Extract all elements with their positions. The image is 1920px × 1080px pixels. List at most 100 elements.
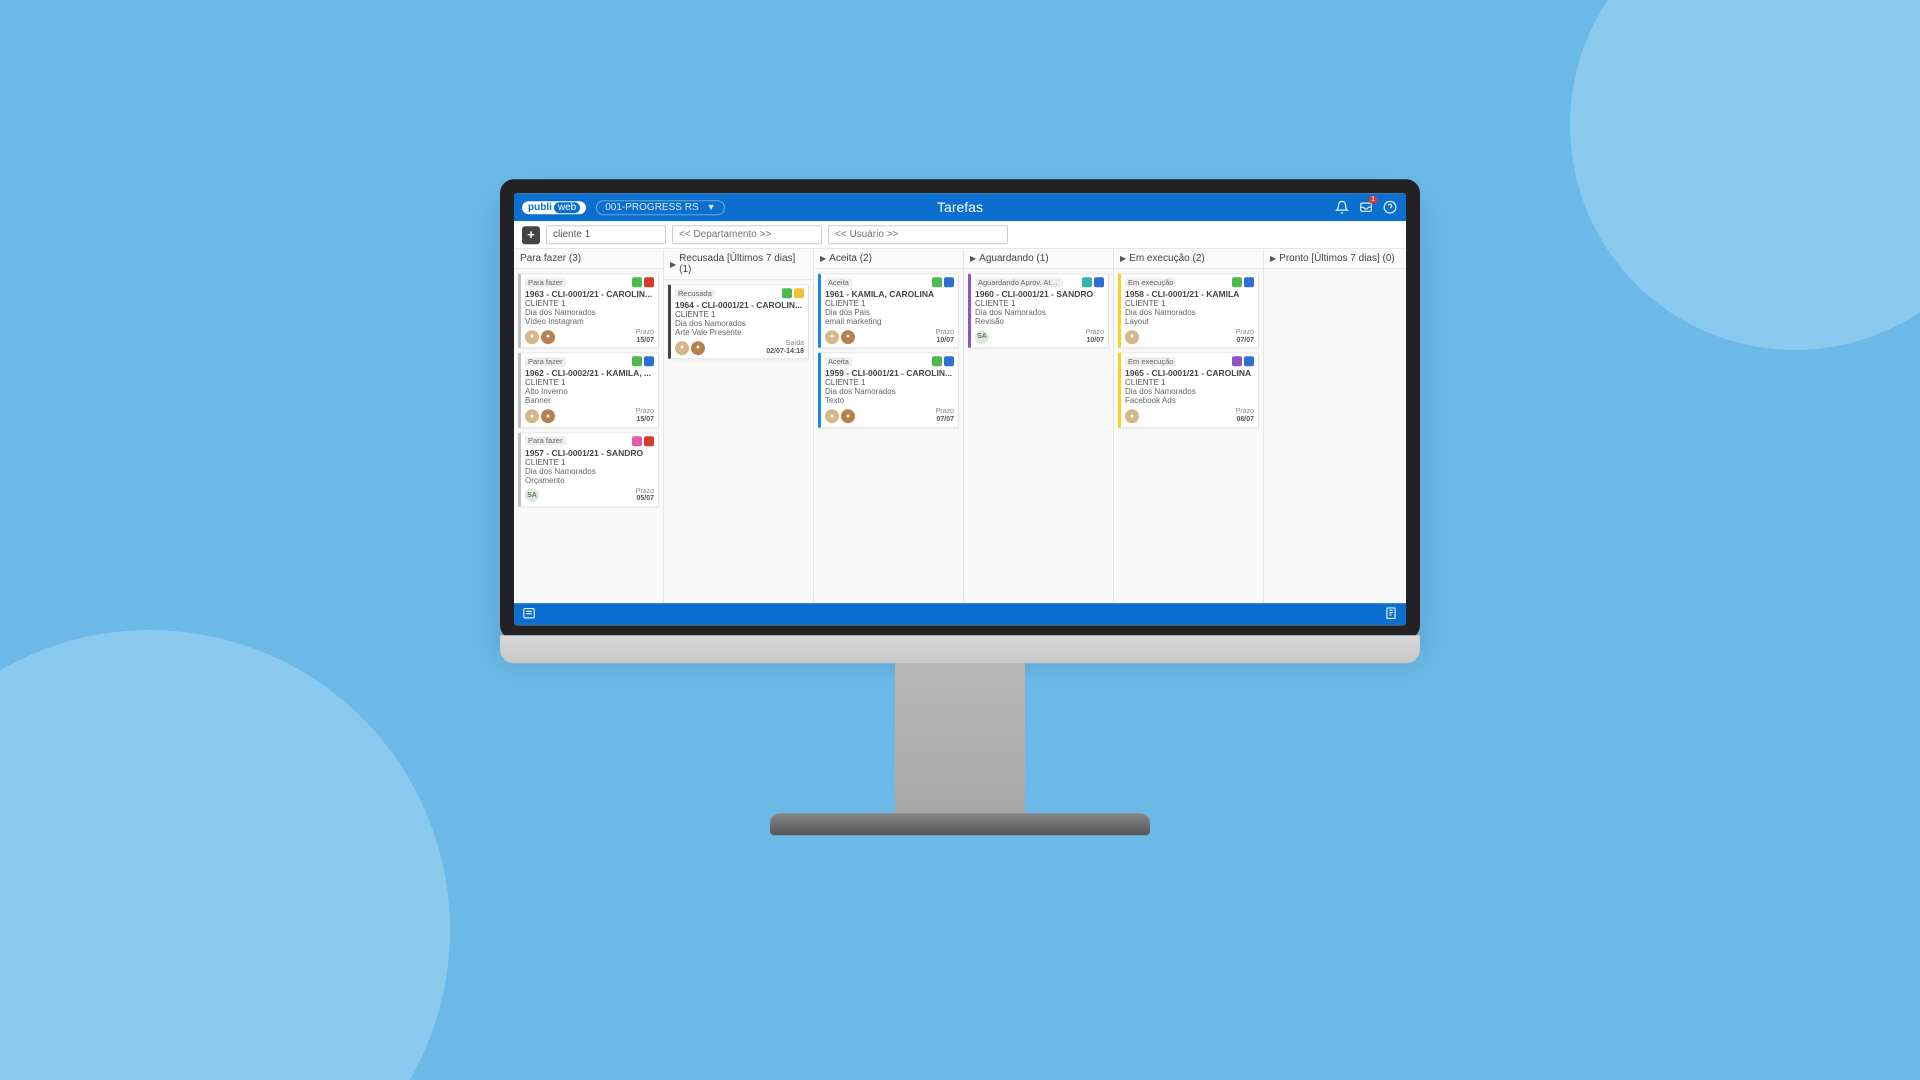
column-header[interactable]: ▶ Em execução (2) (1114, 249, 1263, 269)
card-indicators (932, 357, 954, 367)
column-aceita: ▶ Aceita (2) Aceita1961 - KAMILA, CAROLI… (814, 249, 964, 603)
column-body: Aceita1961 - KAMILA, CAROLINACLIENTE 1Di… (814, 269, 963, 603)
bell-icon[interactable] (1334, 199, 1350, 215)
indicator-dot (1244, 277, 1254, 287)
column-aguardando: ▶ Aguardando (1) Aguardando Aprov. Atend… (964, 249, 1114, 603)
bg-blob (1570, 0, 1920, 350)
indicator-dot (644, 436, 654, 446)
collapse-icon: ▶ (1120, 254, 1126, 263)
project-selector[interactable]: 001-PROGRESS RS ▼ (596, 200, 724, 215)
indicator-dot (1082, 277, 1092, 287)
task-card[interactable]: Em execução1958 - CLI-0001/21 - KAMILACL… (1118, 273, 1259, 348)
indicator-dot (632, 436, 642, 446)
card-avatars: ●● (525, 330, 555, 344)
status-pill: Para fazer (525, 357, 566, 366)
card-deadline: Saída02/07-14:18 (766, 340, 804, 355)
bottom-bar (514, 603, 1406, 625)
card-desc: Vídeo Instagram (525, 317, 654, 326)
collapse-icon: ▶ (670, 260, 676, 269)
card-indicators (1082, 277, 1104, 287)
task-card[interactable]: Aceita1959 - CLI-0001/21 - CAROLIN...CLI… (818, 353, 959, 428)
column-header[interactable]: ▶ Aceita (2) (814, 249, 963, 269)
indicator-dot (644, 277, 654, 287)
logo-web: web (554, 202, 580, 213)
list-icon[interactable] (522, 606, 536, 623)
avatar: ● (525, 330, 539, 344)
card-desc: Revisão (975, 317, 1104, 326)
status-pill: Em execução (1125, 357, 1176, 366)
column-body: Recusada1964 - CLI-0001/21 - CAROLIN...C… (664, 280, 813, 603)
card-desc: Texto (825, 397, 954, 406)
task-card[interactable]: Aguardando Aprov. Atendi...1960 - CLI-00… (968, 273, 1109, 348)
task-card[interactable]: Para fazer1957 - CLI-0001/21 - SANDROCLI… (518, 432, 659, 507)
indicator-dot (632, 357, 642, 367)
indicator-dot (644, 357, 654, 367)
card-deadline: Prazo10/07 (936, 329, 954, 344)
task-card[interactable]: Em execução 1965 - CLI-0001/21 - CAROLINA… (1118, 353, 1259, 428)
column-recusada: ▶ Recusada [Últimos 7 dias] (1) Recusada… (664, 249, 814, 603)
add-task-button[interactable]: + (522, 226, 540, 244)
monitor-frame: publi web 001-PROGRESS RS ▼ Tarefas 1 (500, 179, 1420, 835)
indicator-dot (1094, 277, 1104, 287)
column-title: Recusada [Últimos 7 dias] (1) (679, 253, 807, 275)
logo-publi: publi (528, 202, 552, 213)
avatar: ● (841, 409, 855, 423)
column-header[interactable]: ▶ Recusada [Últimos 7 dias] (1) (664, 249, 813, 280)
task-card[interactable]: Para fazer1962 - CLI-0002/21 - KAMILA, .… (518, 353, 659, 428)
card-avatars: ●● (825, 409, 855, 423)
help-icon[interactable] (1382, 199, 1398, 215)
column-header[interactable]: ▶ Aguardando (1) (964, 249, 1113, 269)
task-card[interactable]: Recusada1964 - CLI-0001/21 - CAROLIN...C… (668, 284, 809, 359)
indicator-dot (794, 288, 804, 298)
avatar: ● (825, 409, 839, 423)
inbox-icon[interactable]: 1 (1358, 199, 1374, 215)
card-client: CLIENTE 1 (975, 299, 1104, 308)
column-body (1264, 269, 1406, 603)
kanban-board: Para fazer (3) Para fazer1963 - CLI-0001… (514, 249, 1406, 603)
card-desc: Dia dos Namorados (525, 467, 654, 476)
task-card[interactable]: Para fazer1963 - CLI-0001/21 - CAROLIN..… (518, 273, 659, 348)
card-deadline: Prazo07/07 (936, 409, 954, 424)
card-desc: email marketing (825, 317, 954, 326)
collapse-icon: ▶ (820, 254, 826, 263)
card-avatars: SA (525, 489, 539, 503)
card-indicators (632, 436, 654, 446)
card-title: 1957 - CLI-0001/21 - SANDRO (525, 448, 654, 458)
card-indicators (1232, 277, 1254, 287)
indicator-dot (632, 277, 642, 287)
usuario-filter[interactable] (828, 225, 1008, 244)
card-desc: Facebook Ads (1125, 397, 1254, 406)
column-pronto: ▶ Pronto [Últimos 7 dias] (0) (1264, 249, 1406, 603)
chevron-down-icon: ▼ (707, 202, 716, 212)
card-client: CLIENTE 1 (525, 379, 654, 388)
app-screen: publi web 001-PROGRESS RS ▼ Tarefas 1 (514, 193, 1406, 625)
page-title: Tarefas (937, 199, 983, 215)
project-label: 001-PROGRESS RS (605, 202, 698, 213)
card-title: 1965 - CLI-0001/21 - CAROLINA (1125, 369, 1254, 379)
column-body: Em execução1958 - CLI-0001/21 - KAMILACL… (1114, 269, 1263, 603)
column-body: Para fazer1963 - CLI-0001/21 - CAROLIN..… (514, 269, 663, 603)
status-pill: Em execução (1125, 278, 1176, 287)
avatar: SA (525, 489, 539, 503)
cliente-filter[interactable] (546, 225, 666, 244)
column-em-execucao: ▶ Em execução (2) Em execução1958 - CLI-… (1114, 249, 1264, 603)
column-header[interactable]: Para fazer (3) (514, 249, 663, 269)
bg-blob (0, 630, 450, 1080)
card-client: CLIENTE 1 (675, 310, 804, 319)
card-indicators (1232, 357, 1254, 367)
card-indicators (932, 277, 954, 287)
avatar: ● (841, 330, 855, 344)
card-avatars: ● (1125, 409, 1139, 423)
avatar: ● (541, 330, 555, 344)
app-logo[interactable]: publi web (522, 201, 586, 214)
card-avatars: SA (975, 330, 989, 344)
departamento-filter[interactable] (672, 225, 822, 244)
card-desc: Layout (1125, 317, 1254, 326)
card-desc: Dia dos Namorados (675, 319, 804, 328)
column-header[interactable]: ▶ Pronto [Últimos 7 dias] (0) (1264, 249, 1406, 269)
task-card[interactable]: Aceita1961 - KAMILA, CAROLINACLIENTE 1Di… (818, 273, 959, 348)
card-desc: Dia dos Pais (825, 308, 954, 317)
status-pill: Aceita (825, 278, 852, 287)
card-indicators (632, 277, 654, 287)
notes-icon[interactable] (1384, 606, 1398, 623)
